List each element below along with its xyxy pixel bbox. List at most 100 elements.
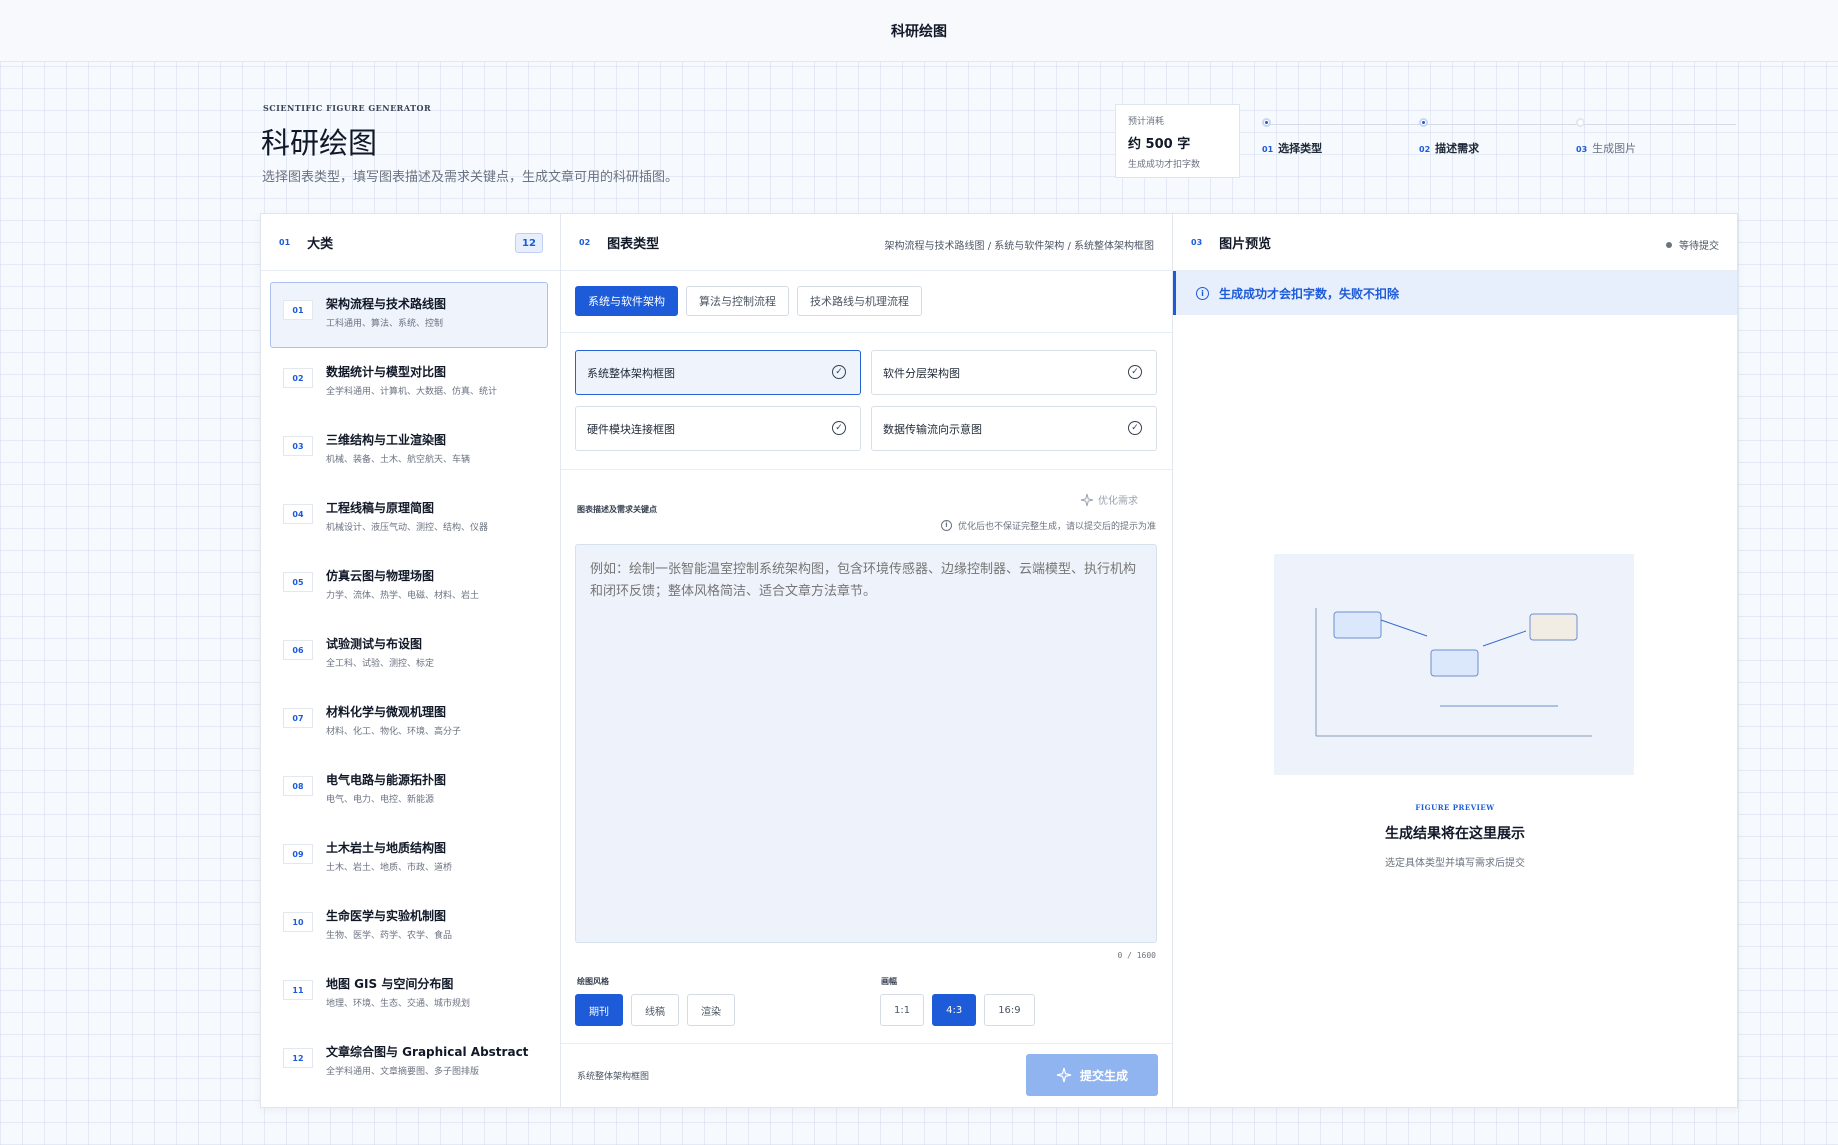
submit-label: 提交生成 [1079,1068,1128,1083]
category-index: 08 [283,776,313,796]
category-index: 06 [283,640,313,660]
notice-text: 生成成功才会扣字数，失败不扣除 [1219,286,1400,301]
category-item[interactable]: 04 工程线稿与原理简图 机械设计、液压气动、测控、结构、仪器 [270,486,548,552]
category-item[interactable]: 09 土木岩土与地质结构图 土木、岩土、地质、市政、道桥 [270,826,548,892]
type-option[interactable]: 系统整体架构框图 ✓ [575,350,861,395]
divider [561,332,1172,333]
status-text: 等待提交 [1679,241,1719,252]
category-index: 07 [283,708,313,728]
tab-tech-roadmap[interactable]: 技术路线与机理流程 [797,286,922,316]
type-label: 硬件模块连接框图 [587,423,675,436]
type-label: 软件分层架构图 [883,367,960,380]
step-dot-icon [1419,118,1428,127]
section-number: 02 [579,237,591,247]
style-option-journal[interactable]: 期刊 [575,994,623,1026]
category-subjects: 机械、装备、土木、航空航天、车辆 [326,455,471,465]
category-subjects: 电气、电力、电控、新能源 [326,795,435,805]
ratio-label: 画幅 [881,977,897,986]
step-number: 03 [1576,145,1588,154]
type-option[interactable]: 软件分层架构图 ✓ [871,350,1157,395]
type-option[interactable]: 数据传输流向示意图 ✓ [871,406,1157,451]
ratio-option-1-1[interactable]: 1:1 [880,994,925,1026]
category-index: 04 [283,504,313,524]
category-subjects: 全学科通用、文章摘要图、多子图排版 [326,1067,480,1077]
top-bar: 科研绘图 [0,0,1838,62]
category-item[interactable]: 05 仿真云图与物理场图 力学、流体、热学、电磁、材料、岩土 [270,554,548,620]
cost-value: 约 500 字 [1128,137,1191,152]
category-title: 仿真云图与物理场图 [326,569,435,583]
step-indicator: 01 选择类型 02 描述需求 03 生成图片 [1262,118,1736,158]
category-title: 架构流程与技术路线图 [326,297,447,311]
step-line [1265,124,1736,125]
check-circle-icon: ✓ [832,365,846,379]
category-title: 生命医学与实验机制图 [326,909,447,923]
category-title: 三维结构与工业渲染图 [326,433,447,447]
category-item[interactable]: 08 电气电路与能源拓扑图 电气、电力、电控、新能源 [270,758,548,824]
description-textarea[interactable] [575,544,1157,943]
category-subjects: 材料、化工、物化、环境、高分子 [326,727,462,737]
hero-eyebrow: SCIENTIFIC FIGURE GENERATOR [263,103,432,113]
check-circle-icon: ✓ [1128,421,1142,435]
charge-notice: i 生成成功才会扣字数，失败不扣除 [1173,271,1737,315]
ratio-option-4-3[interactable]: 4:3 [932,994,977,1026]
preview-placeholder-illustration [1274,554,1634,775]
section-number: 03 [1191,237,1203,247]
category-column: 01 大类 12 01 架构流程与技术路线图 工科通用、算法、系统、控制 02 数据统… [261,214,561,1107]
preview-headline: 生成结果将在这里展示 [1385,826,1525,842]
divider [561,469,1172,470]
category-subjects: 全工科、试验、测控、标定 [326,659,435,669]
description-hint: i 优化后也不保证完整生成，请以提交后的提示为准 [940,519,1156,532]
category-item[interactable]: 01 架构流程与技术路线图 工科通用、算法、系统、控制 [270,282,548,348]
cost-card: 预计消耗 约 500 字 生成成功才扣字数 [1115,104,1240,178]
check-circle-icon: ✓ [832,421,846,435]
category-item[interactable]: 11 地图 GIS 与空间分布图 地理、环境、生态、交通、城市规划 [270,962,548,1028]
selected-type-label: 系统整体架构框图 [577,1072,650,1082]
category-index: 03 [283,436,313,456]
category-item[interactable]: 07 材料化学与微观机理图材料、化工、物化、环境、高分子 [270,690,548,756]
status-indicator: 等待提交 [1666,237,1719,252]
style-selector: 期刊 线稿 渲染 [575,994,735,1026]
style-label: 绘图风格 [577,977,609,986]
ratio-option-16-9[interactable]: 16:9 [984,994,1035,1026]
category-index: 05 [283,572,313,592]
breadcrumb: 架构流程与技术路线图 / 系统与软件架构 / 系统整体架构框图 [884,241,1154,252]
category-title: 工程线稿与原理简图 [326,501,435,515]
step-label: 描述需求 [1435,142,1480,155]
page-title: 科研绘图 [261,126,378,160]
category-subjects: 地理、环境、生态、交通、城市规划 [326,999,471,1009]
section-title: 大类 [307,236,334,252]
divider [561,1043,1172,1044]
tab-system-software[interactable]: 系统与软件架构 [575,286,678,316]
category-title: 文章综合图与 Graphical Abstract [326,1045,529,1059]
category-item[interactable]: 12 文章综合图与 Graphical Abstract 全学科通用、文章摘要图、多… [270,1030,548,1096]
preview-eyebrow: FIGURE PREVIEW [1415,803,1495,812]
tab-algorithm-control[interactable]: 算法与控制流程 [686,286,789,316]
category-item[interactable]: 03 三维结构与工业渲染图机械、装备、土木、航空航天、车辆 [270,418,548,484]
category-item[interactable]: 02 数据统计与模型对比图 全学科通用、计算机、大数据、仿真、统计 [270,350,548,416]
step-dot-icon [1262,118,1271,127]
style-option-lineart[interactable]: 线稿 [631,994,679,1026]
category-count-badge: 12 [515,233,543,253]
category-subjects: 土木、岩土、地质、市政、道桥 [326,863,453,873]
category-title: 土木岩土与地质结构图 [326,841,447,855]
category-index: 12 [283,1048,313,1068]
preview-header: 03 图片预览 等待提交 [1173,214,1737,271]
check-circle-icon: ✓ [1128,365,1142,379]
char-counter: 0 / 1600 [1117,951,1156,960]
app-title: 科研绘图 [891,23,947,40]
type-label: 系统整体架构框图 [587,367,675,380]
category-title: 材料化学与微观机理图 [326,705,447,719]
category-item[interactable]: 10 生命医学与实验机制图 生物、医学、药学、农学、食品 [270,894,548,960]
sparkle-icon [1080,493,1094,506]
subcategory-tabs: 系统与软件架构 算法与控制流程 技术路线与机理流程 [575,286,922,316]
style-option-render[interactable]: 渲染 [687,994,735,1026]
category-item[interactable]: 06 试验测试与布设图全工科、试验、测控、标定 [270,622,548,688]
info-icon: i [940,520,952,531]
optimize-button[interactable]: 优化需求 [1080,492,1138,507]
cost-note: 生成成功才扣字数 [1128,160,1201,170]
category-title: 数据统计与模型对比图 [326,365,447,379]
submit-button[interactable]: 提交生成 [1026,1054,1158,1096]
category-title: 试验测试与布设图 [326,637,423,651]
type-option[interactable]: 硬件模块连接框图 ✓ [575,406,861,451]
category-subjects: 生物、医学、药学、农学、食品 [326,931,453,941]
